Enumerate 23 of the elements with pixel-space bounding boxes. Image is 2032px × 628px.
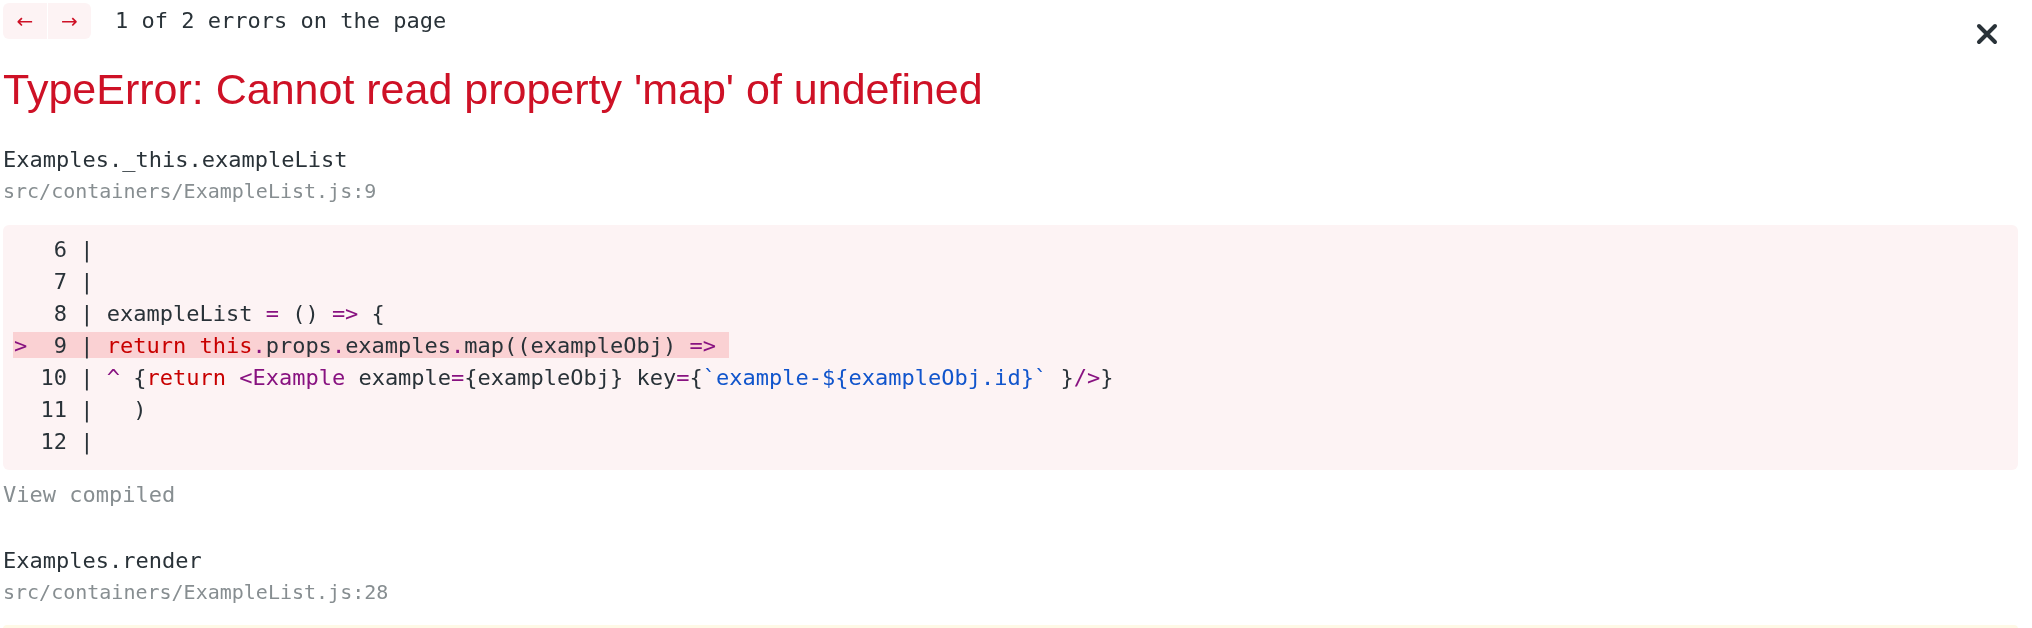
file-location: src/containers/ExampleList.js:28 bbox=[3, 579, 389, 606]
next-error-button[interactable]: → bbox=[48, 3, 91, 39]
code-text: exampleList = () => { bbox=[106, 299, 385, 328]
line-number: 8 | bbox=[53, 299, 94, 329]
line-number: 9 | bbox=[53, 331, 94, 361]
line-number: 7 | bbox=[53, 267, 94, 297]
line-number: 10 | bbox=[40, 363, 94, 393]
file-location: src/containers/ExampleList.js:9 bbox=[3, 178, 377, 205]
error-title: TypeError: Cannot read property 'map' of undefined bbox=[3, 64, 983, 114]
close-button[interactable] bbox=[1976, 23, 1998, 45]
line-number: 12 | bbox=[40, 427, 94, 457]
view-compiled-link[interactable]: View compiled bbox=[3, 480, 176, 510]
code-text: ^ {return <Example example={exampleObj} key={`example-${exampleObj.id}` }/>} bbox=[106, 363, 1114, 392]
function-name: Examples._this.exampleList bbox=[3, 146, 348, 174]
previous-error-button[interactable]: ← bbox=[3, 3, 47, 39]
code-text: return this.props.examples.map((exampleObj) => bbox=[106, 331, 716, 360]
line-number: 6 | bbox=[53, 235, 94, 265]
function-name: Examples.render bbox=[3, 547, 202, 575]
line-number: 11 | bbox=[40, 395, 94, 425]
error-marker: > bbox=[14, 331, 28, 360]
code-text: ) bbox=[132, 395, 147, 424]
close-icon bbox=[1976, 23, 1998, 45]
error-counter: 1 of 2 errors on the page bbox=[115, 7, 447, 35]
